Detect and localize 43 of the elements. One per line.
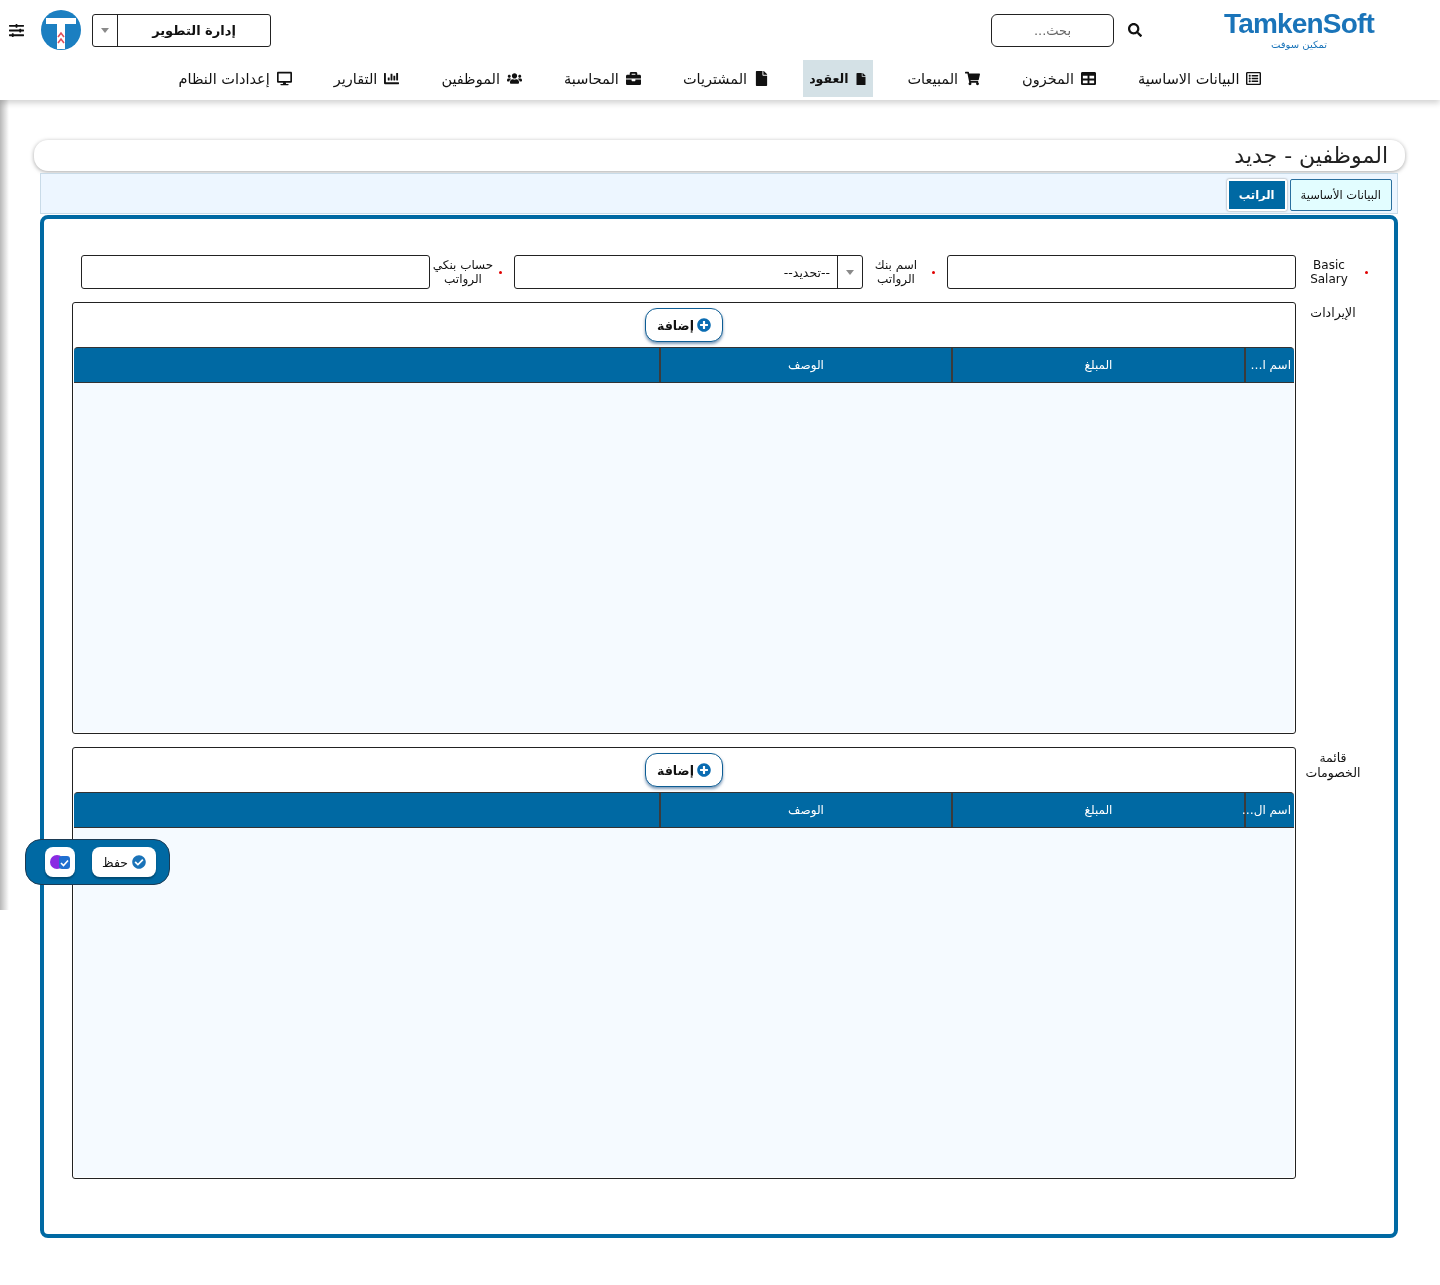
caret-down-icon xyxy=(846,269,854,275)
field-label: حساب بنكي الرواتب xyxy=(431,258,495,286)
nav-item[interactable]: المبيعات xyxy=(899,60,989,97)
input-field[interactable] xyxy=(947,255,1296,289)
users-icon xyxy=(507,71,522,86)
nav-item[interactable]: إعدادات النظام xyxy=(170,60,300,97)
page-title: الموظفين - جديد xyxy=(1234,142,1388,170)
save-button[interactable]: حفظ xyxy=(92,847,156,877)
briefcase-icon xyxy=(625,71,641,86)
nav-item[interactable]: المشتريات xyxy=(674,60,778,97)
select-field[interactable]: --تحديد-- xyxy=(514,255,863,289)
search-field[interactable]: بحث... xyxy=(991,13,1114,47)
tab[interactable]: البيانات الأساسية xyxy=(1289,179,1392,211)
file-icon xyxy=(754,71,770,86)
nav-item[interactable]: العقود xyxy=(803,60,874,97)
t-logo-icon xyxy=(41,10,81,50)
nav-item[interactable]: المخزون xyxy=(1014,60,1104,97)
grid-icon xyxy=(1080,71,1096,86)
input-field[interactable] xyxy=(81,255,430,289)
nav-item[interactable]: البيانات الاساسية xyxy=(1129,60,1270,97)
shortcut-button[interactable] xyxy=(45,847,75,877)
monitor-icon xyxy=(276,71,292,86)
file-icon xyxy=(855,72,868,85)
department-select[interactable]: إدارة التطوير xyxy=(92,13,271,47)
nav-item[interactable]: الموظفين xyxy=(433,60,530,97)
settings-icon[interactable] xyxy=(9,22,24,38)
nav-item[interactable]: المحاسبة xyxy=(556,60,649,97)
section-label: الإيرادات xyxy=(1309,304,1357,320)
tab[interactable]: الراتب xyxy=(1226,179,1287,211)
search-icon[interactable] xyxy=(1128,23,1142,37)
field-label: اسم بنك الرواتب xyxy=(873,258,919,286)
cart-icon xyxy=(965,71,981,86)
list-icon xyxy=(1246,71,1262,86)
field-label: Basic Salary xyxy=(1309,258,1349,286)
logo-tagline: تمكين سوفت xyxy=(1271,37,1328,51)
add-button[interactable]: إضافة xyxy=(645,308,723,342)
overlapping-shapes-icon xyxy=(50,854,70,870)
bar-chart-icon xyxy=(384,71,400,86)
section-label: قائمة الخصومات xyxy=(1304,749,1362,780)
add-button[interactable]: إضافة xyxy=(645,753,723,787)
nav-item[interactable]: التقارير xyxy=(325,60,408,97)
caret-down-icon xyxy=(101,27,109,33)
logo-wordmark: TamkenSoft xyxy=(1223,9,1375,38)
